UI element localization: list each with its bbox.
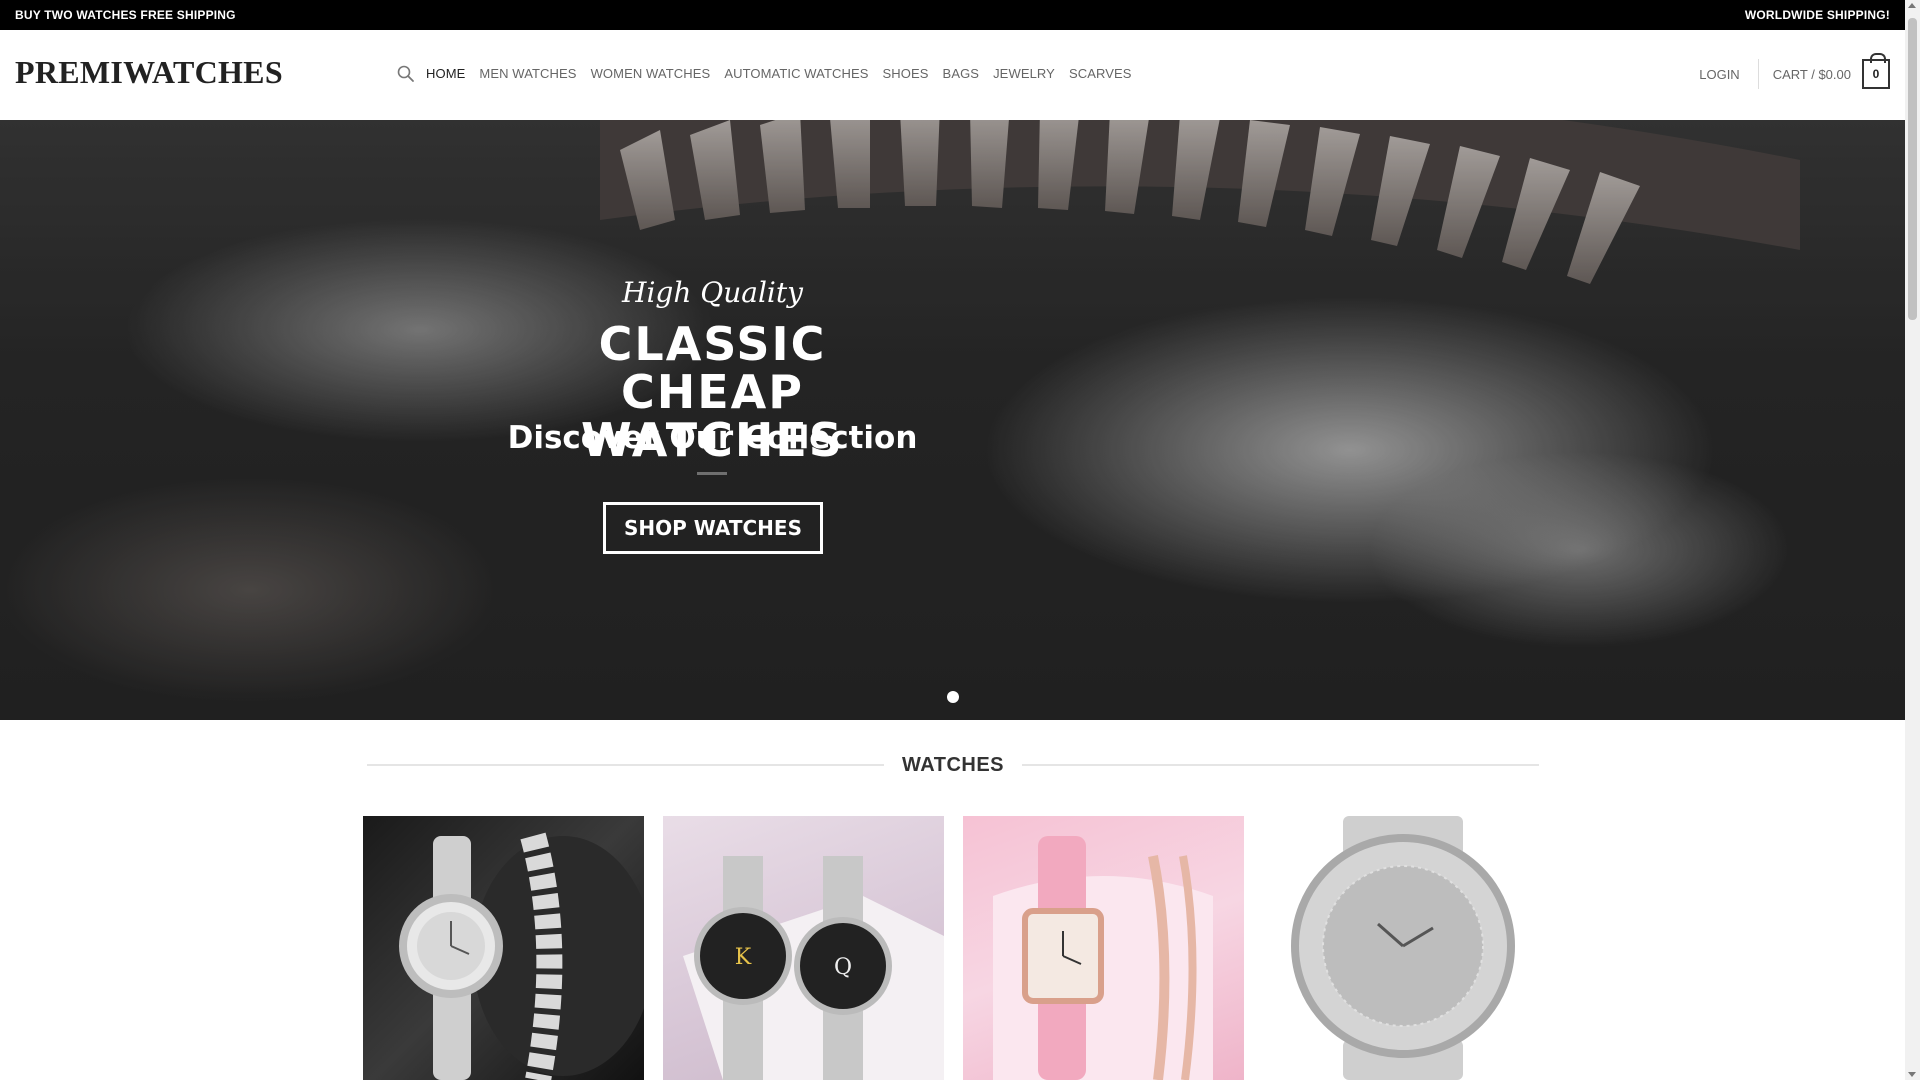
nav-item-women-watches[interactable]: WOMEN WATCHES	[591, 64, 711, 84]
nav-item-scarves[interactable]: SCARVES	[1069, 64, 1132, 84]
section-rule-left	[367, 764, 884, 766]
cart-bag-icon[interactable]: 0	[1862, 53, 1890, 89]
hero-slider: High Quality CLASSIC CHEAP WATCHES Disco…	[0, 120, 1905, 720]
nav-item-bags[interactable]: BAGS	[943, 64, 980, 84]
svg-text:K: K	[735, 945, 752, 970]
page-scrollbar[interactable]	[1905, 0, 1920, 1080]
main-nav: HOME MEN WATCHES WOMEN WATCHES AUTOMATIC…	[396, 64, 1146, 84]
nav-item-home[interactable]: HOME	[426, 64, 465, 84]
product-card-pink-watch-set[interactable]	[963, 816, 1244, 1080]
section-rule-right	[1022, 764, 1540, 766]
scroll-down-arrow-icon[interactable]	[1908, 1072, 1916, 1077]
watches-section-header: WATCHES	[367, 750, 1540, 780]
header-account-area: LOGIN CART / $0.00 0	[1699, 53, 1890, 92]
svg-text:Q: Q	[834, 955, 852, 980]
slider-dot[interactable]	[947, 691, 959, 703]
announcement-right: WORLDWIDE SHIPPING!	[1744, 8, 1890, 22]
product-image	[1291, 816, 1515, 1080]
product-image	[993, 836, 1213, 1080]
scroll-thumb[interactable]	[1908, 18, 1917, 320]
nav-item-automatic-watches[interactable]: AUTOMATIC WATCHES	[724, 64, 868, 84]
product-card-silver-chain-watch[interactable]	[363, 816, 644, 1080]
site-header: PREMIWATCHES HOME MEN WATCHES WOMEN WATC…	[0, 30, 1905, 120]
nav-item-men-watches[interactable]: MEN WATCHES	[479, 64, 576, 84]
cart-link[interactable]: CART / $0.00	[1773, 67, 1851, 82]
product-card-iced-silver-watch[interactable]	[1263, 816, 1544, 1080]
top-announcement-bar: BUY TWO WATCHES FREE SHIPPING WORLDWIDE …	[0, 0, 1905, 30]
product-image: K Q	[683, 856, 944, 1080]
hero-subtitle: Discover Our Collection	[507, 420, 918, 456]
site-logo[interactable]: PREMIWATCHES	[15, 54, 283, 91]
shop-watches-button[interactable]: SHOP WATCHES	[603, 502, 823, 554]
scroll-up-arrow-icon[interactable]	[1908, 3, 1916, 8]
header-divider	[1757, 59, 1759, 89]
nav-item-jewelry[interactable]: JEWELRY	[993, 64, 1055, 84]
login-link[interactable]: LOGIN	[1699, 67, 1739, 82]
hero-kicker: High Quality	[622, 276, 803, 309]
announcement-left: BUY TWO WATCHES FREE SHIPPING	[15, 8, 236, 22]
section-title: WATCHES	[902, 753, 1005, 776]
nav-item-shoes[interactable]: SHOES	[883, 64, 929, 84]
hero-divider	[697, 472, 727, 475]
product-card-king-queen-watches[interactable]: K Q	[663, 816, 944, 1080]
product-image	[399, 832, 644, 1080]
search-icon[interactable]	[396, 64, 416, 84]
product-grid: K Q	[363, 816, 1544, 1080]
